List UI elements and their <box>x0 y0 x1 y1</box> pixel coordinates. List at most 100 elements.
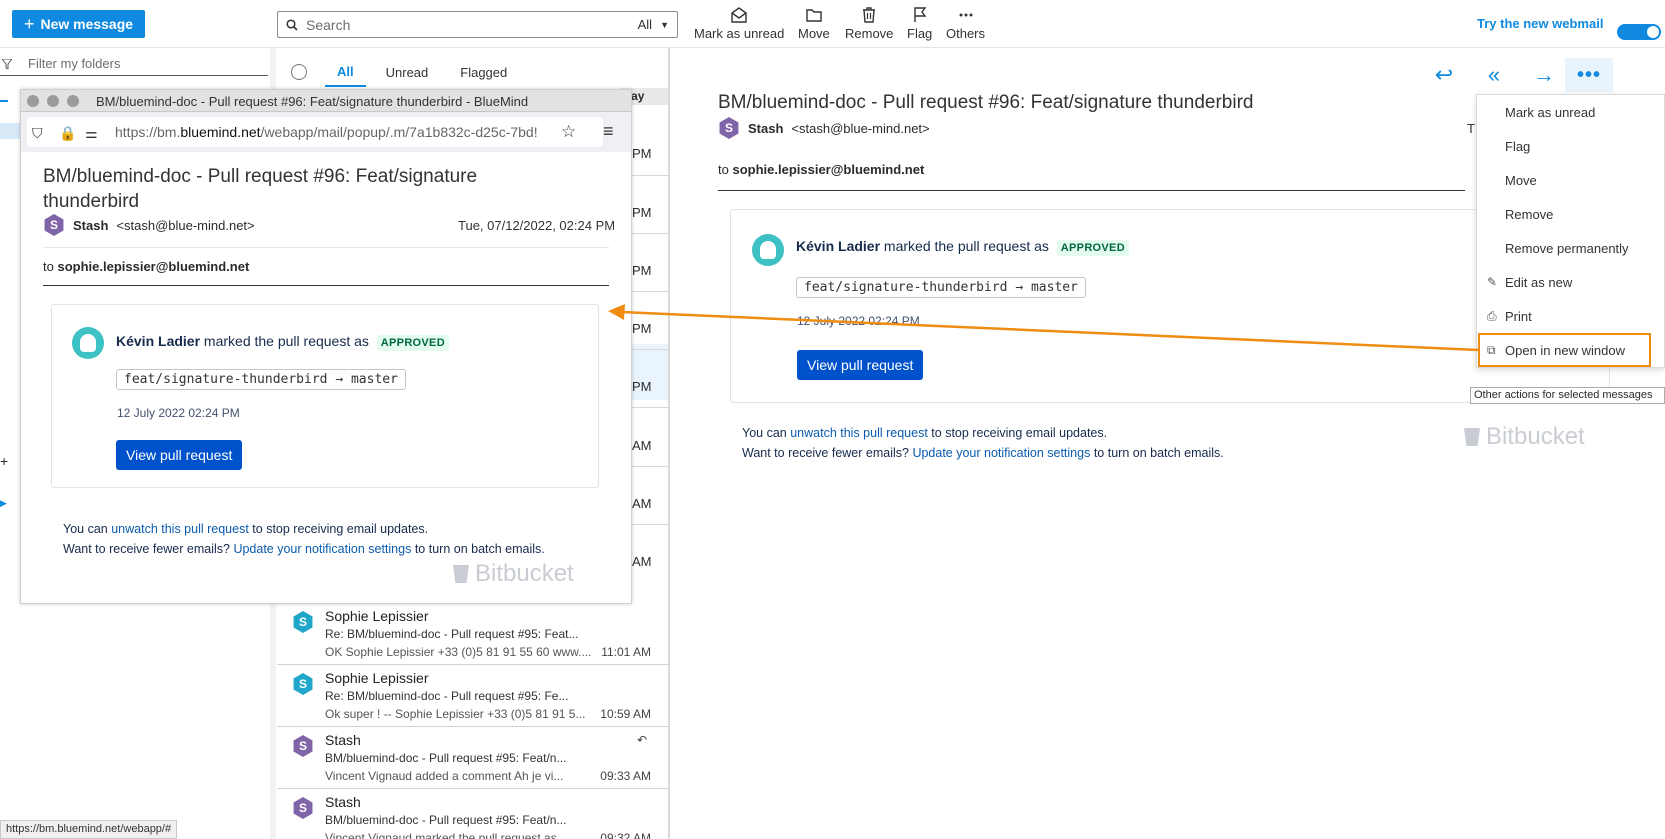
bitbucket-avatar <box>72 327 104 359</box>
actor-name: Kévin Ladier <box>796 238 881 254</box>
tab-all[interactable]: All <box>325 58 366 87</box>
selected-folder-marker <box>0 100 8 102</box>
forward-icon[interactable]: → <box>1533 62 1555 87</box>
filter-icon <box>2 58 12 69</box>
others-button[interactable]: Others <box>946 6 985 41</box>
expand-icon[interactable]: ▶ <box>0 498 7 509</box>
menu-item-label: Print <box>1505 308 1532 324</box>
list-divider <box>630 291 669 292</box>
menu-item-move[interactable]: Move <box>1477 163 1665 197</box>
unwatch-link[interactable]: unwatch this pull request <box>790 426 928 440</box>
footer-line: Want to receive fewer emails? Update you… <box>742 446 1224 460</box>
list-item-preview: Ok super ! -- Sophie Lepissier +33 (0)5 … <box>325 707 586 721</box>
reply-icon[interactable]: ↩ <box>1433 62 1455 87</box>
more-actions-menu: Mark as unread Flag Move Remove Remove p… <box>1476 94 1665 368</box>
popup-message-subject: BM/bluemind-doc - Pull request #96: Feat… <box>43 166 478 212</box>
shield-icon[interactable]: ⛉ <box>32 125 43 142</box>
list-item-time: PM <box>632 321 652 336</box>
select-all-checkbox[interactable] <box>291 64 307 80</box>
view-pull-request-button[interactable]: View pull request <box>116 440 243 470</box>
replied-icon: ↶ <box>636 733 647 747</box>
folder-filter-input[interactable]: Filter my folders <box>28 56 120 71</box>
list-item-time: AM <box>632 438 652 453</box>
popup-window-title: BM/bluemind-doc - Pull request #96: Feat… <box>96 94 529 109</box>
recipient[interactable]: sophie.lepissier@bluemind.net <box>732 162 924 177</box>
action-text: marked the pull request as <box>203 333 369 349</box>
to-label: to <box>718 162 729 177</box>
list-item[interactable]: S Sophie Lepissier Re: BM/bluemind-doc -… <box>277 603 669 665</box>
branch-label: feat/signature-thunderbird → master <box>116 369 406 390</box>
popup-message-recipients: to sophie.lepissier@bluemind.net <box>43 259 249 274</box>
menu-item-print[interactable]: ⎙ Print <box>1477 299 1665 333</box>
list-item[interactable]: S Stash ↶ BM/bluemind-doc - Pull request… <box>277 727 669 789</box>
maximize-window-icon[interactable] <box>67 95 79 107</box>
menu-item-label: Mark as unread <box>1505 104 1596 120</box>
sender-name[interactable]: Stash <box>73 218 108 233</box>
lock-icon[interactable]: 🔒 <box>59 125 76 142</box>
mark-as-unread-button[interactable]: Mark as unread <box>694 6 784 41</box>
message-sender: S Stash <stash@blue-mind.net> <box>718 117 930 139</box>
menu-item-mark-as-unread[interactable]: Mark as unread <box>1477 95 1665 129</box>
new-webmail-toggle[interactable] <box>1617 24 1661 40</box>
bitbucket-wordmark: Bitbucket <box>475 560 574 587</box>
list-item-time: PM <box>632 263 652 278</box>
avatar: S <box>293 673 313 695</box>
list-item[interactable]: S Stash BM/bluemind-doc - Pull request #… <box>277 789 669 839</box>
bookmark-star-icon[interactable]: ☆ <box>561 122 576 142</box>
new-message-button[interactable]: + New message <box>12 10 145 38</box>
notification-settings-link[interactable]: Update your notification settings <box>233 542 411 556</box>
recipient[interactable]: sophie.lepissier@bluemind.net <box>57 259 249 274</box>
menu-icon[interactable]: ≡ <box>603 121 614 142</box>
reply-all-icon[interactable]: « <box>1483 62 1505 87</box>
unwatch-link[interactable]: unwatch this pull request <box>111 522 249 536</box>
list-pane-divider[interactable] <box>668 48 670 839</box>
move-button[interactable]: Move <box>798 6 830 41</box>
flag-button[interactable]: Flag <box>907 6 932 41</box>
message-date: T <box>1467 121 1475 136</box>
trash-icon <box>863 7 876 23</box>
minimize-window-icon[interactable] <box>47 95 59 107</box>
popup-window: BM/bluemind-doc - Pull request #96: Feat… <box>20 89 632 604</box>
approval-line: Kévin Ladier marked the pull request as … <box>116 333 449 351</box>
popup-divider <box>43 247 609 248</box>
bitbucket-avatar <box>752 234 784 266</box>
add-folder-icon[interactable]: + <box>0 453 8 469</box>
list-item-sender: Stash <box>325 794 361 810</box>
search-scope-select[interactable]: All <box>638 17 652 32</box>
view-pull-request-button[interactable]: View pull request <box>797 350 924 380</box>
remove-button[interactable]: Remove <box>845 6 893 41</box>
list-item-subject: BM/bluemind-doc - Pull request #95: Feat… <box>325 813 567 827</box>
more-dots-icon <box>959 13 972 17</box>
to-label: to <box>43 259 54 274</box>
try-new-webmail-link[interactable]: Try the new webmail <box>1477 16 1603 31</box>
menu-item-label: Remove <box>1505 206 1554 222</box>
sender-email: <stash@blue-mind.net> <box>116 217 255 233</box>
menu-item-remove-permanently[interactable]: Remove permanently <box>1477 231 1665 265</box>
annotation-highlight-box <box>1478 333 1651 367</box>
close-window-icon[interactable] <box>27 95 39 107</box>
folder-item-selected[interactable] <box>0 123 22 139</box>
search-input[interactable]: Search <box>306 17 638 33</box>
menu-item-remove[interactable]: Remove <box>1477 197 1665 231</box>
permissions-icon[interactable]: ⚌ <box>85 125 98 142</box>
more-actions-button[interactable]: ••• <box>1565 58 1613 92</box>
search-bar[interactable]: Search All ▼ <box>277 11 678 38</box>
tab-flagged[interactable]: Flagged <box>448 59 519 86</box>
menu-item-flag[interactable]: Flag <box>1477 129 1665 163</box>
url-suffix: /webapp/mail/popup/.m/7a1b832c-d25c-7bd! <box>260 124 538 140</box>
folder-filter[interactable]: Filter my folders <box>0 52 268 76</box>
sender-email: <stash@blue-mind.net> <box>791 120 930 136</box>
list-divider <box>630 524 669 525</box>
approved-badge: APPROVED <box>376 335 449 351</box>
list-item[interactable]: S Sophie Lepissier Re: BM/bluemind-doc -… <box>277 665 669 727</box>
sender-name[interactable]: Stash <box>748 121 783 136</box>
list-divider <box>630 349 669 350</box>
menu-item-edit-as-new[interactable]: ✎ Edit as new <box>1477 265 1665 299</box>
popup-header-divider <box>43 285 609 286</box>
tab-unread[interactable]: Unread <box>374 59 441 86</box>
notification-settings-link[interactable]: Update your notification settings <box>912 446 1090 460</box>
avatar: S <box>44 214 64 236</box>
list-divider <box>630 175 669 176</box>
list-item-preview: Vincent Vignaud marked the pull request … <box>325 831 567 839</box>
list-item-sender: Sophie Lepissier <box>325 608 429 624</box>
